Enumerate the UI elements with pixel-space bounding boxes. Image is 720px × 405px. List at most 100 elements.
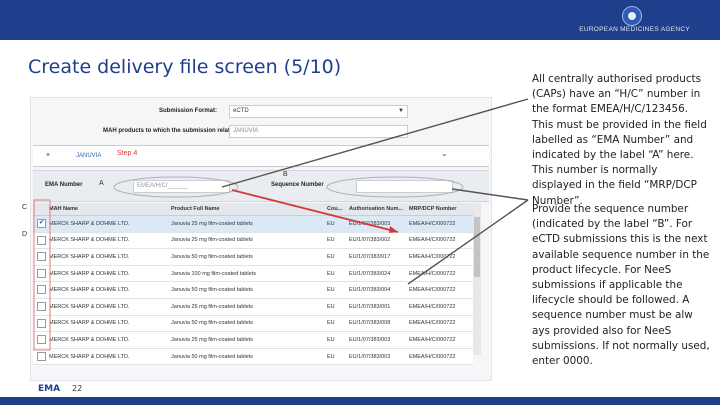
column-header[interactable]: Product Full Name [171, 203, 321, 215]
column-header[interactable]: Cou... [327, 203, 349, 215]
header-bar [0, 0, 720, 40]
table-cell: EU [327, 220, 335, 227]
label-c: C [22, 204, 28, 211]
row-checkbox[interactable] [37, 318, 46, 328]
table-cell: EMEA/H/C/000722 [409, 287, 456, 294]
table-header: MAH Name Product Full Name Cou... Author… [33, 203, 473, 216]
table-cell: EU [327, 320, 335, 327]
table-cell: EU [327, 353, 335, 360]
table-cell: EMEA/H/C/000722 [409, 270, 456, 277]
mah-products-select[interactable]: JANUVIA [229, 125, 408, 138]
table-cell: Januvia 50 mg film-coated tablets [171, 320, 253, 327]
table-cell: EU [327, 287, 335, 294]
filter-bar: EMA Number A EMEA/H/C/______ Sequence Nu… [33, 170, 489, 202]
chevron-down-icon: ▼ [398, 108, 404, 114]
table-scrollbar[interactable] [473, 203, 481, 355]
chevron-down-icon[interactable]: ⌄ [441, 149, 448, 158]
table-cell: MERCK SHARP & DOHME LTD. [49, 220, 130, 227]
table-row[interactable]: ✔ MERCK SHARP & DOHME LTD. Januvia 25 mg f… [33, 216, 473, 233]
table-row[interactable]: MERCK SHARP & DOHME LTD. Januvia 25 mg fi… [33, 232, 473, 250]
table-cell: MERCK SHARP & DOHME LTD. [49, 270, 130, 277]
table-row[interactable]: MERCK SHARP & DOHME LTD. Januvia 50 mg fi… [33, 249, 473, 266]
table-row[interactable]: MERCK SHARP & DOHME LTD. Januvia 25 mg fi… [33, 332, 473, 349]
table-cell: EU [327, 336, 335, 343]
table-cell: Januvia 100 mg film-coated tablets [171, 270, 256, 277]
ema-number-input[interactable]: EMEA/H/C/______ [133, 180, 230, 193]
table-cell: EMEA/H/C/000722 [409, 320, 456, 327]
table-cell: Januvia 50 mg film-coated tablets [171, 253, 253, 260]
table-cell: EMEA/H/C/000722 [409, 220, 456, 227]
slide-title: Create delivery file screen (5/10) [28, 56, 342, 78]
table-cell: EU/1/07/383/017 [349, 253, 391, 260]
row-checkbox[interactable] [37, 235, 46, 245]
table-cell: Januvia 25 mg film-coated tablets [171, 303, 253, 310]
products-table: MAH Name Product Full Name Cou... Author… [33, 203, 473, 366]
table-cell: EU/1/07/383/003 [349, 336, 391, 343]
table-cell: EMEA/H/C/000722 [409, 353, 456, 360]
close-icon[interactable]: × [46, 152, 50, 159]
table-cell: Januvia 25 mg film-coated tablets [171, 237, 253, 244]
step-header[interactable]: × JANUVIA Step 4 ⌄ [33, 145, 489, 167]
ema-number-label: EMA Number [45, 182, 83, 188]
table-cell: EU/1/07/383/003 [349, 220, 391, 227]
column-header[interactable]: MRP/DCP Number [409, 203, 471, 215]
label-d: D [22, 231, 28, 238]
table-cell: Januvia 50 mg film-coated tablets [171, 353, 253, 360]
table-row[interactable]: MERCK SHARP & DOHME LTD. Januvia 25 mg fi… [33, 298, 473, 316]
table-cell: MERCK SHARP & DOHME LTD. [49, 320, 130, 327]
table-cell: EU [327, 270, 335, 277]
table-cell: EMEA/H/C/000722 [409, 237, 456, 244]
row-checkbox[interactable] [37, 268, 46, 278]
submission-format-label: Submission Format: [159, 108, 218, 114]
table-row[interactable]: MERCK SHARP & DOHME LTD. Januvia 50 mg fi… [33, 282, 473, 299]
table-row[interactable]: MERCK SHARP & DOHME LTD. Januvia 50 mg fi… [33, 348, 473, 366]
label-b: B [283, 171, 288, 178]
sequence-number-label: Sequence Number [271, 182, 324, 188]
table-cell: MERCK SHARP & DOHME LTD. [49, 287, 130, 294]
table-cell: Januvia 50 mg film-coated tablets [171, 287, 253, 294]
table-row[interactable]: MERCK SHARP & DOHME LTD. Januvia 100 mg f… [33, 265, 473, 283]
row-checkbox[interactable] [37, 351, 46, 361]
mah-products-value: JANUVIA [233, 128, 259, 134]
table-row[interactable]: MERCK SHARP & DOHME LTD. Januvia 50 mg fi… [33, 315, 473, 333]
agency-name: EUROPEAN MEDICINES AGENCY [579, 26, 690, 33]
row-checkbox[interactable] [37, 252, 46, 262]
table-cell: EU/1/07/383/008 [349, 320, 391, 327]
row-checkbox[interactable]: ✔ [37, 219, 46, 228]
table-cell: Januvia 25 mg film-coated tablets [171, 220, 253, 227]
table-cell: EU [327, 253, 335, 260]
ema-emblem-icon [622, 6, 642, 26]
table-cell: EMEA/H/C/000722 [409, 336, 456, 343]
footer-logo: EMA [38, 384, 61, 394]
step-label: Step 4 [117, 150, 138, 157]
row-checkbox[interactable] [37, 335, 46, 345]
sequence-number-input[interactable] [356, 180, 453, 193]
table-cell: EMEA/H/C/000722 [409, 253, 456, 260]
mah-products-label: MAH products to which the submission rel… [103, 128, 239, 134]
note-ema-number: All centrally authorised products (CAPs)… [532, 73, 707, 207]
table-cell: MERCK SHARP & DOHME LTD. [49, 303, 130, 310]
table-cell: MERCK SHARP & DOHME LTD. [49, 237, 130, 244]
submission-format-select[interactable]: eCTD ▼ [229, 105, 408, 118]
column-header[interactable]: MAH Name [49, 203, 139, 215]
note-sequence-number: Provide the sequence number (indicated b… [532, 203, 710, 368]
submission-format-value: eCTD [233, 108, 249, 114]
table-cell: EMEA/H/C/000722 [409, 303, 456, 310]
scrollbar-thumb[interactable] [474, 217, 480, 277]
row-checkbox[interactable] [37, 301, 46, 311]
table-cell: Januvia 25 mg film-coated tablets [171, 336, 253, 343]
footer-bar [0, 397, 720, 405]
table-cell: EU [327, 303, 335, 310]
column-header[interactable]: Authorisation Num... [349, 203, 409, 215]
table-cell: EU/1/07/383/024 [349, 270, 391, 277]
table-cell: MERCK SHARP & DOHME LTD. [49, 253, 130, 260]
table-cell: EU/1/07/383/004 [349, 287, 391, 294]
table-cell: MERCK SHARP & DOHME LTD. [49, 336, 130, 343]
row-checkbox[interactable] [37, 285, 46, 295]
table-cell: EU [327, 237, 335, 244]
table-cell: EU/1/07/383/003 [349, 353, 391, 360]
app-screenshot: Submission Format: eCTD ▼ MAH products t… [30, 97, 492, 381]
label-a: A [99, 180, 104, 187]
table-cell: EU/1/07/383/002 [349, 237, 391, 244]
table-cell: EU/1/07/383/001 [349, 303, 391, 310]
